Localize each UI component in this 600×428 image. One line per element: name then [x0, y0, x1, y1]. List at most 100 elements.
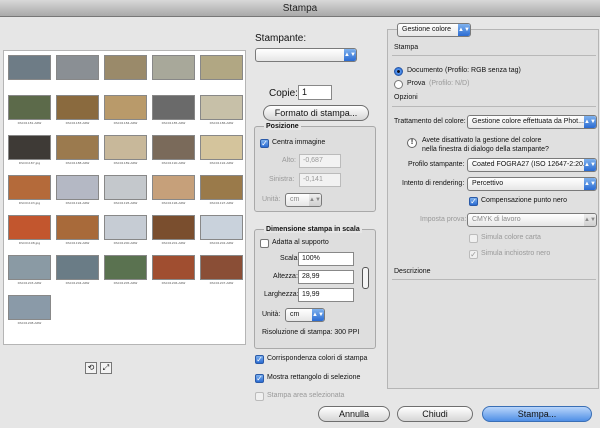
- thumbnail-caption: DSC01187.jpg: [18, 161, 41, 165]
- thumbnail-caption: DSC01183.ARW: [65, 121, 90, 125]
- black-point-checkbox[interactable]: ✓: [469, 197, 478, 206]
- print-selected-area-label: Stampa area selezionata: [267, 392, 345, 399]
- thumbnail: DSC01195.ARW: [104, 175, 147, 209]
- simulate-paper-color-checkbox[interactable]: [469, 234, 478, 243]
- thumbnail-image: [104, 175, 147, 200]
- thumbnail-image: [8, 95, 51, 120]
- copies-input[interactable]: 1: [298, 85, 332, 100]
- thumbnail-image: [56, 175, 99, 200]
- printer-profile-popup[interactable]: Coated FOGRA27 (ISO 12647-2:20... ▲▼: [467, 158, 597, 172]
- thumbnail: DSC01200.ARW: [104, 215, 147, 249]
- height-field[interactable]: 28,99: [298, 270, 354, 284]
- thumbnail: DSC01206.ARW: [152, 255, 195, 289]
- document-radio[interactable]: [394, 67, 403, 76]
- section-popup[interactable]: Gestione colore ▲▼: [397, 23, 471, 37]
- show-bounding-box-label: Mostra rettangolo di selezione: [267, 374, 361, 381]
- thumbnail: DSC01203.ARW: [8, 255, 51, 289]
- height-label: Altezza:: [273, 273, 298, 280]
- info-icon: !: [407, 138, 417, 148]
- done-button[interactable]: Chiudi: [397, 406, 473, 422]
- proof-profile: (Profilo: N/D): [429, 80, 470, 87]
- thumbnail: DSC01207.ARW: [200, 255, 243, 289]
- thumbnail-caption: DSC01196.ARW: [161, 201, 186, 205]
- thumbnail-image: [56, 95, 99, 120]
- divider: [392, 55, 596, 56]
- thumbnail-caption: DSC01192.ARW: [209, 161, 234, 165]
- thumbnail-image: [56, 255, 99, 280]
- printer-profile-value: Coated FOGRA27 (ISO 12647-2:20...: [472, 161, 589, 168]
- thumbnail-image: [104, 215, 147, 240]
- document-profile: (Profilo: RGB senza tag): [445, 67, 521, 74]
- link-constraint-icon[interactable]: [362, 267, 369, 289]
- thumbnail: DSC01204.ARW: [56, 255, 99, 289]
- thumbnail-image: [200, 255, 243, 280]
- scale-field[interactable]: 100%: [298, 252, 354, 266]
- thumbnail: DSC01188.ARW: [56, 135, 99, 169]
- thumbnail-caption: DSC01190.ARW: [161, 161, 186, 165]
- section-popup-value: Gestione colore: [402, 26, 452, 33]
- thumbnail-image: [200, 215, 243, 240]
- thumbnail: DSC01183.ARW: [56, 95, 99, 129]
- cancel-button[interactable]: Annulla: [318, 406, 390, 422]
- document-label: Documento: [407, 67, 443, 74]
- rendering-intent-popup[interactable]: Percettivo ▲▼: [467, 177, 597, 191]
- thumbnail-caption: DSC01203.ARW: [17, 281, 42, 285]
- printer-profile-label: Profilo stampante:: [408, 161, 465, 168]
- position-title: Posizione: [264, 123, 301, 130]
- left-label: Sinistra:: [269, 176, 295, 183]
- simulate-black-ink-checkbox[interactable]: ✓: [469, 250, 478, 259]
- thumbnail-caption: DSC01194.ARW: [65, 201, 90, 205]
- thumbnail: [152, 55, 195, 89]
- position-units-popup[interactable]: cm ▲▼: [285, 193, 322, 207]
- position-units-value: cm: [290, 196, 300, 203]
- scale-units-popup[interactable]: cm ▲▼: [285, 308, 325, 322]
- thumbnail-caption: DSC01200.ARW: [113, 241, 138, 245]
- thumbnail-caption: DSC01197.ARW: [209, 201, 234, 205]
- thumbnail: DSC01181.ARW: [8, 95, 51, 129]
- simulate-black-ink-label: Simula inchiostro nero: [481, 250, 551, 257]
- thumbnail-caption: DSC01207.ARW: [209, 281, 234, 285]
- fit-view-icon[interactable]: ⤢: [100, 362, 112, 374]
- thumbnail-caption: DSC01206.ARW: [161, 281, 186, 285]
- proof-radio[interactable]: [394, 80, 403, 89]
- print-button[interactable]: Stampa...: [482, 406, 592, 422]
- color-handling-popup[interactable]: Gestione colore effettuata da Phot... ▲▼: [467, 115, 597, 129]
- thumbnail: [8, 55, 51, 89]
- thumbnail-image: [152, 135, 195, 160]
- thumbnail: DSC01190.ARW: [152, 135, 195, 169]
- chevron-down-icon: ▲▼: [458, 24, 470, 36]
- thumbnail-image: [200, 55, 243, 80]
- warning-text-line-1: Avete disattivato la gestione del colore: [422, 137, 542, 144]
- center-image-checkbox[interactable]: ✓: [260, 139, 269, 148]
- thumbnail-caption: DSC01201.ARW: [161, 241, 186, 245]
- thumbnail: DSC01205.ARW: [104, 255, 147, 289]
- fit-media-checkbox[interactable]: [260, 239, 269, 248]
- match-print-colors-checkbox[interactable]: ✓: [255, 355, 264, 364]
- left-field[interactable]: -0,141: [299, 173, 341, 187]
- print-selected-area-checkbox[interactable]: [255, 392, 264, 401]
- position-units-label: Unità:: [262, 196, 281, 203]
- scale-units-label: Unità:: [262, 311, 281, 318]
- width-field[interactable]: 19,99: [298, 288, 354, 302]
- divider: [392, 279, 596, 280]
- rendering-intent-value: Percettivo: [472, 180, 504, 187]
- proof-setup-popup[interactable]: CMYK di lavoro ▲▼: [467, 213, 597, 227]
- thumbnail-image: [104, 135, 147, 160]
- printer-popup[interactable]: ▲▼: [255, 48, 357, 62]
- thumbnail-image: [152, 215, 195, 240]
- simulate-paper-color-label: Simula colore carta: [481, 234, 541, 241]
- thumbnail: [200, 55, 243, 89]
- page-setup-button[interactable]: Formato di stampa...: [263, 105, 369, 121]
- thumbnail: DSC01189.ARW: [104, 135, 147, 169]
- thumbnail-image: [8, 175, 51, 200]
- divider: [392, 106, 596, 107]
- proof-setup-value: CMYK di lavoro: [472, 216, 521, 223]
- chevron-down-icon: ▲▼: [312, 309, 324, 321]
- thumbnail-caption: DSC01188.ARW: [65, 161, 90, 165]
- center-image-label: Centra immagine: [272, 139, 326, 146]
- show-bounding-box-checkbox[interactable]: ✓: [255, 374, 264, 383]
- scale-label: Scala:: [280, 255, 300, 262]
- reset-view-icon[interactable]: ⟲: [85, 362, 97, 374]
- top-field[interactable]: -0,687: [299, 154, 341, 168]
- description-heading: Descrizione: [394, 268, 431, 275]
